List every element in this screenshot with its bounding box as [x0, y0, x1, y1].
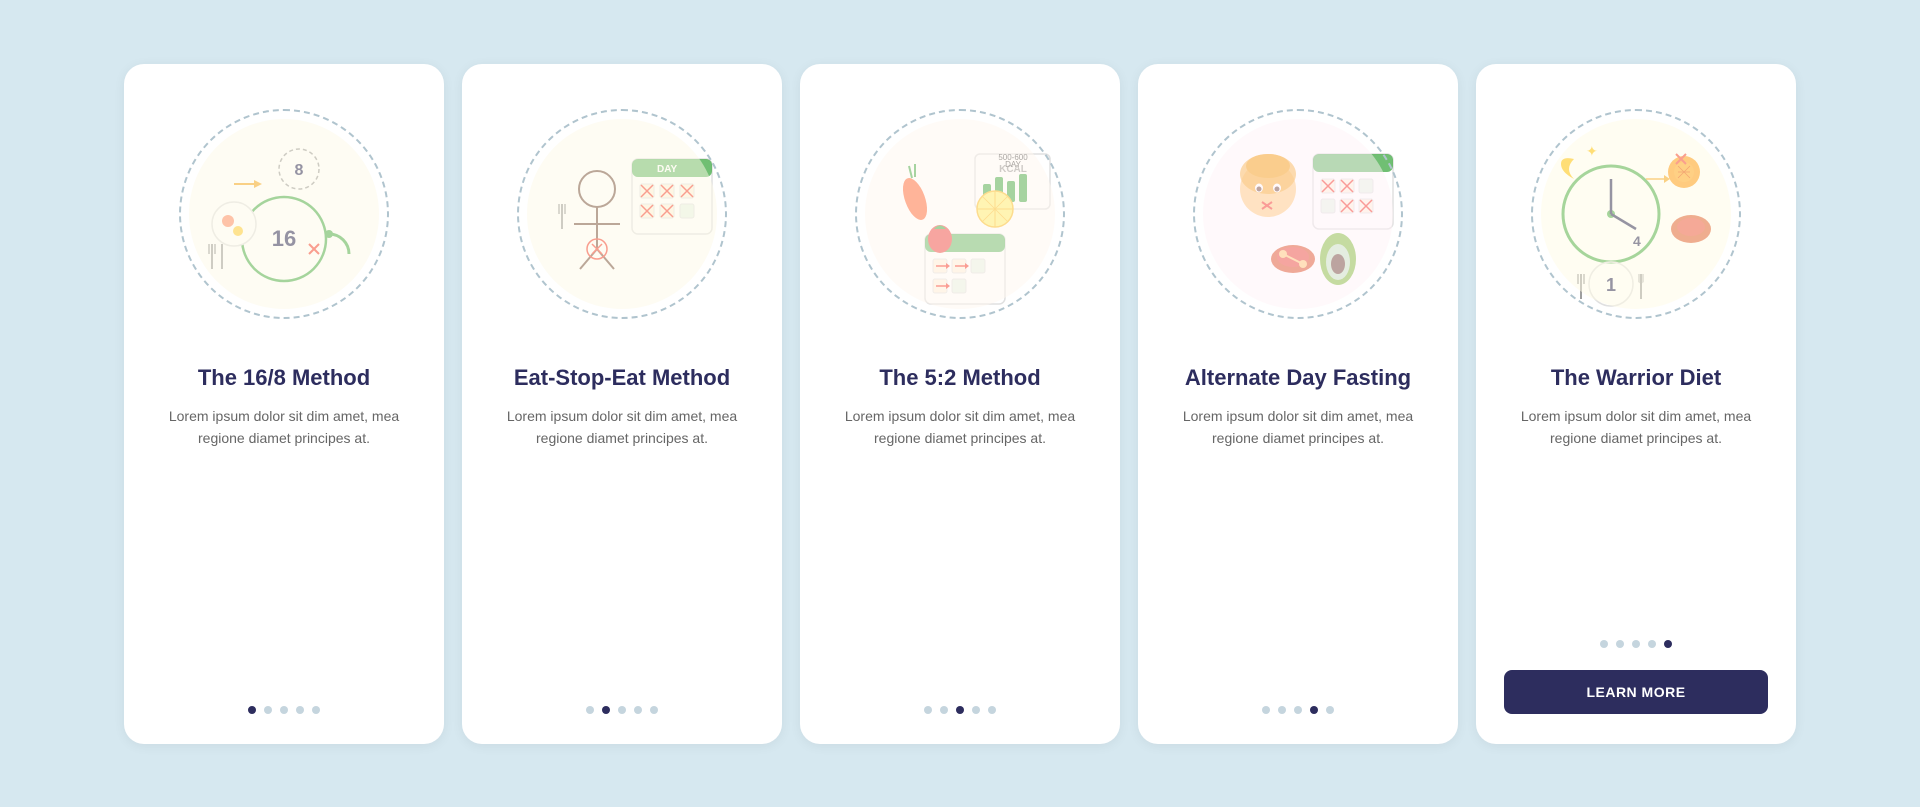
- dot-2: [940, 706, 948, 714]
- card-4-title: Alternate Day Fasting: [1166, 364, 1430, 392]
- card-2-text: Lorem ipsum dolor sit dim amet, mea regi…: [490, 405, 754, 684]
- card-1-dots: [152, 706, 416, 714]
- card-3-dots: [828, 706, 1092, 714]
- dot-2: [1278, 706, 1286, 714]
- dot-5: [988, 706, 996, 714]
- dot-4: [634, 706, 642, 714]
- learn-more-button[interactable]: LEARN MORE: [1504, 670, 1768, 714]
- dot-1: [248, 706, 256, 714]
- dot-3: [280, 706, 288, 714]
- card-5-illustration: 4 ✦: [1506, 84, 1766, 344]
- card-5-title: The Warrior Diet: [1504, 364, 1768, 392]
- cards-container: 16 8: [84, 34, 1836, 774]
- card-3-content: The 5:2 Method Lorem ipsum dolor sit dim…: [800, 354, 1120, 714]
- dot-1: [586, 706, 594, 714]
- dot-1: [1262, 706, 1270, 714]
- card-52-method: KCAL DAY 500-600: [800, 64, 1120, 744]
- dot-1: [924, 706, 932, 714]
- card-eat-stop-eat: DAY: [462, 64, 782, 744]
- dot-5: [1664, 640, 1672, 648]
- card-2-dots: [490, 706, 754, 714]
- dot-3: [956, 706, 964, 714]
- card-5-text: Lorem ipsum dolor sit dim amet, mea regi…: [1504, 405, 1768, 618]
- card-5-dots: [1504, 640, 1768, 648]
- dot-2: [1616, 640, 1624, 648]
- card-4-text: Lorem ipsum dolor sit dim amet, mea regi…: [1166, 405, 1430, 684]
- card-4-dots: [1166, 706, 1430, 714]
- card-1-text: Lorem ipsum dolor sit dim amet, mea regi…: [152, 405, 416, 684]
- card-4-content: Alternate Day Fasting Lorem ipsum dolor …: [1138, 354, 1458, 714]
- dot-3: [618, 706, 626, 714]
- card-3-title: The 5:2 Method: [828, 364, 1092, 392]
- card-4-illustration: [1168, 84, 1428, 344]
- card-1-title: The 16/8 Method: [152, 364, 416, 392]
- card-1-content: The 16/8 Method Lorem ipsum dolor sit di…: [124, 354, 444, 714]
- dot-4: [1310, 706, 1318, 714]
- dot-2: [602, 706, 610, 714]
- card-2-title: Eat-Stop-Eat Method: [490, 364, 754, 392]
- dot-5: [312, 706, 320, 714]
- card-alternate-day: Alternate Day Fasting Lorem ipsum dolor …: [1138, 64, 1458, 744]
- card-2-content: Eat-Stop-Eat Method Lorem ipsum dolor si…: [462, 354, 782, 714]
- card-5-content: The Warrior Diet Lorem ipsum dolor sit d…: [1476, 354, 1796, 714]
- dot-4: [972, 706, 980, 714]
- dot-5: [1326, 706, 1334, 714]
- dot-4: [296, 706, 304, 714]
- card-warrior-diet: 4 ✦: [1476, 64, 1796, 744]
- card-3-text: Lorem ipsum dolor sit dim amet, mea regi…: [828, 405, 1092, 684]
- dot-4: [1648, 640, 1656, 648]
- card-1-illustration: 16 8: [154, 84, 414, 344]
- card-3-illustration: KCAL DAY 500-600: [830, 84, 1090, 344]
- card-168-method: 16 8: [124, 64, 444, 744]
- dot-3: [1632, 640, 1640, 648]
- dot-2: [264, 706, 272, 714]
- dot-1: [1600, 640, 1608, 648]
- card-2-illustration: DAY: [492, 84, 752, 344]
- dot-3: [1294, 706, 1302, 714]
- dot-5: [650, 706, 658, 714]
